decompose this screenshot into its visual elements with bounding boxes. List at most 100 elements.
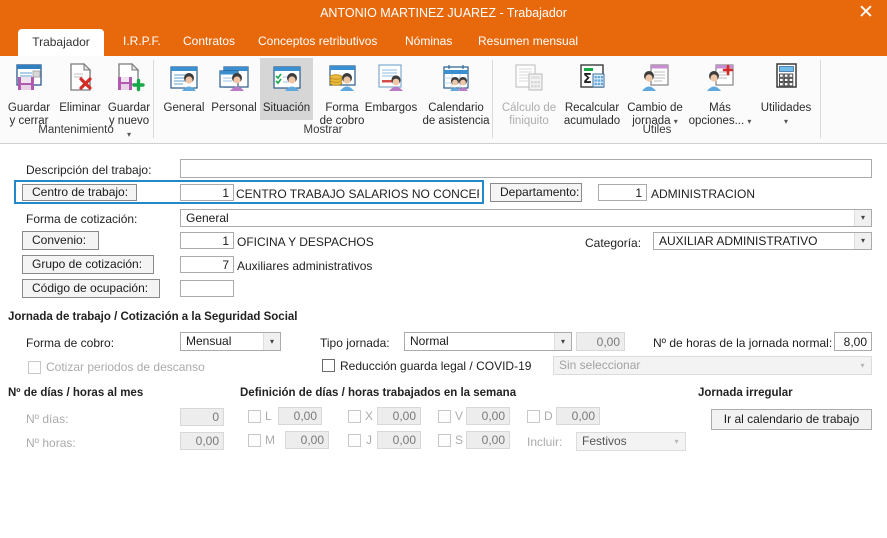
categoria-value: AUXILIAR ADMINISTRATIVO <box>659 234 818 248</box>
ribbon-button-cambio-de-jornada[interactable]: Cambio de jornada ▾ <box>624 58 686 128</box>
tab-nominas[interactable]: Nóminas <box>392 26 465 56</box>
forma-cobro-select[interactable]: Mensual ▾ <box>180 332 281 351</box>
chevron-down-icon[interactable]: ▾ <box>263 333 280 350</box>
calendario-asistencia-icon <box>420 61 492 99</box>
chevron-down-icon[interactable]: ▾ <box>784 117 788 126</box>
grupo-cotizacion-code-input[interactable] <box>180 256 234 273</box>
ribbon-button-label: Guardar <box>7 102 51 114</box>
embargos-icon <box>362 61 420 99</box>
svg-text:Σ: Σ <box>583 72 592 87</box>
tab-irpf[interactable]: I.R.P.F. <box>110 26 174 56</box>
centro-trabajo-code-input[interactable] <box>180 184 234 201</box>
categoria-select[interactable]: AUXILIAR ADMINISTRATIVO ▾ <box>653 232 872 250</box>
codigo-ocupacion-button[interactable]: Código de ocupación: <box>22 279 160 298</box>
day-hours-V <box>466 407 510 425</box>
ribbon-separator-3 <box>820 60 821 138</box>
ribbon-button-recalcular-acumulado[interactable]: Σ Recalcular acumulado <box>561 58 623 128</box>
window-title: ANTONIO MARTINEZ JUAREZ - Trabajador <box>320 6 567 20</box>
ribbon-button-guardar-y-nuevo[interactable]: Guardar y nuevo ▾ <box>104 58 154 141</box>
tab-trabajador[interactable]: Trabajador <box>18 29 104 56</box>
ribbon-button-label: Recalcular <box>564 102 620 114</box>
ribbon-button-general[interactable]: General <box>160 58 208 115</box>
recalcular-acumulado-icon: Σ <box>561 61 623 99</box>
ir-al-calendario-trabajo-button[interactable]: Ir al calendario de trabajo <box>711 409 872 430</box>
ribbon-button-eliminar[interactable]: Eliminar <box>56 58 104 115</box>
tab-contratos[interactable]: Contratos <box>170 26 248 56</box>
departamento-code-input[interactable] <box>598 184 647 201</box>
grupo-cotizacion-name: Auxiliares administrativos <box>237 259 373 273</box>
ribbon-button-guardar-y-cerrar[interactable]: Guardar y cerrar <box>4 58 54 128</box>
reduccion-guarda-legal-value: Sin seleccionar <box>559 358 641 372</box>
chevron-down-icon[interactable]: ▾ <box>127 130 131 139</box>
forma-cotizacion-value: General <box>186 211 229 225</box>
forma-cobro-icon <box>316 61 368 99</box>
worker-situation-window: ANTONIO MARTINEZ JUAREZ - Trabajador ✕ T… <box>0 0 887 538</box>
convenio-button[interactable]: Convenio: <box>22 231 99 250</box>
horas-jornada-normal-input[interactable] <box>834 332 872 351</box>
day-hours-S <box>466 431 510 449</box>
personal-icon <box>209 61 259 99</box>
convenio-code-input[interactable] <box>180 232 234 249</box>
ribbon-button-label2: jornada ▾ <box>632 115 678 127</box>
day-checkbox-L <box>248 410 261 423</box>
mas-opciones-icon <box>686 61 754 99</box>
situacion-icon <box>260 61 313 99</box>
day-checkbox-D <box>527 410 540 423</box>
section-title-jornada-irregular: Jornada irregular <box>698 387 793 399</box>
incluir-select: Festivos ▾ <box>576 432 686 451</box>
ribbon-button-label: Embargos <box>364 102 418 114</box>
section-title-semana: Definición de días / horas trabajados en… <box>240 387 517 399</box>
tipo-jornada-select[interactable]: Normal ▾ <box>404 332 572 351</box>
chevron-down-icon: ▾ <box>860 361 865 370</box>
label-reduccion-guarda-legal: Reducción guarda legal / COVID-19 <box>340 359 532 373</box>
label-horas-jornada-normal: Nº de horas de la jornada normal: <box>653 336 833 350</box>
chevron-down-icon[interactable]: ▾ <box>854 210 871 226</box>
reduccion-guarda-legal-checkbox[interactable] <box>322 359 335 372</box>
delete-icon <box>56 61 104 99</box>
ribbon-button-label: Más <box>709 102 731 114</box>
chevron-down-icon[interactable]: ▾ <box>854 233 871 249</box>
chevron-down-icon[interactable]: ▾ <box>674 117 678 126</box>
ribbon-button-calendario-de-asistencia[interactable]: Calendario de asistencia <box>420 58 492 128</box>
ribbon-button-label: Calendario <box>428 102 484 114</box>
day-label-M: M <box>265 433 275 447</box>
num-horas-input <box>180 432 224 450</box>
centro-trabajo-button[interactable]: Centro de trabajo: <box>22 184 137 201</box>
day-checkbox-V <box>438 410 451 423</box>
codigo-ocupacion-code-input[interactable] <box>180 280 234 297</box>
title-bar: ANTONIO MARTINEZ JUAREZ - Trabajador ✕ <box>0 0 887 26</box>
cambio-jornada-icon <box>624 61 686 99</box>
grupo-cotizacion-button[interactable]: Grupo de cotización: <box>22 255 154 274</box>
tab-conceptos-retributivos[interactable]: Conceptos retributivos <box>245 26 390 56</box>
ribbon-button-label2: finiquito <box>509 115 549 127</box>
label-forma-cobro: Forma de cobro: <box>26 336 115 350</box>
descripcion-trabajo-input[interactable] <box>180 159 872 178</box>
day-label-V: V <box>455 409 464 423</box>
ribbon-button-label2: y nuevo ▾ <box>108 115 150 139</box>
ribbon-button-personal[interactable]: Personal <box>209 58 259 115</box>
chevron-down-icon: ▾ <box>674 437 679 446</box>
ribbon-button-label: Eliminar <box>59 102 101 114</box>
day-checkbox-J <box>348 434 361 447</box>
num-dias-input <box>180 408 224 426</box>
tipo-jornada-value: Normal <box>410 334 449 348</box>
ribbon-button-label: Personal <box>211 102 257 114</box>
ribbon-button-label: Situación <box>262 102 311 114</box>
ribbon-button-embargos[interactable]: Embargos <box>362 58 420 115</box>
ribbon-button-situacion[interactable]: Situación <box>260 58 313 120</box>
label-descripcion-trabajo: Descripción del trabajo: <box>26 163 152 177</box>
calculo-finiquito-icon <box>498 61 560 99</box>
chevron-down-icon[interactable]: ▾ <box>554 333 571 350</box>
day-label-D: D <box>544 409 553 423</box>
ribbon-button-forma-de-cobro[interactable]: Forma de cobro <box>316 58 368 128</box>
forma-cotizacion-select[interactable]: General ▾ <box>180 209 872 227</box>
ribbon-button-label: Cálculo de <box>501 102 557 114</box>
ribbon-button-utilidades[interactable]: Utilidades ▾ <box>755 58 817 128</box>
ribbon-button-mas-opciones[interactable]: Más opciones... ▾ <box>686 58 754 128</box>
tab-resumen-mensual[interactable]: Resumen mensual <box>465 26 591 56</box>
ribbon-button-label: Utilidades <box>760 102 812 114</box>
chevron-down-icon[interactable]: ▾ <box>747 117 751 126</box>
close-icon[interactable]: ✕ <box>853 0 879 26</box>
ribbon-button-label2: de cobro <box>319 115 365 127</box>
departamento-button[interactable]: Departamento: <box>490 183 582 202</box>
